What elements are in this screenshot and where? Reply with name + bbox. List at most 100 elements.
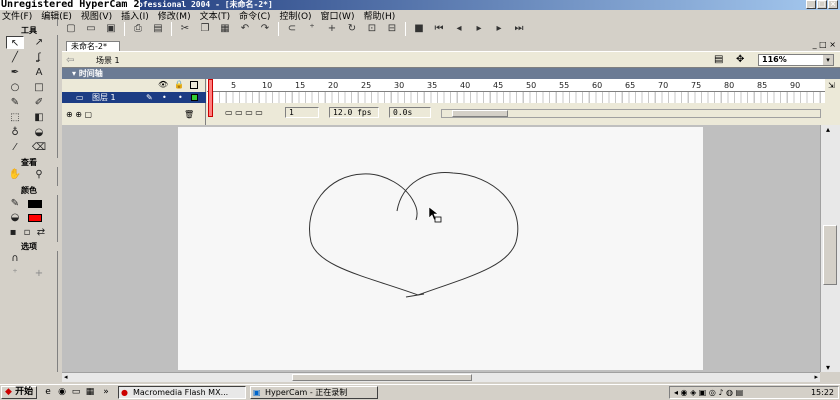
undo-icon[interactable]: ↶	[238, 23, 252, 35]
quicklaunch-more-icon[interactable]: »	[100, 387, 112, 398]
rewind-icon[interactable]: ⏮	[432, 23, 446, 35]
step-forward-icon[interactable]: ▸	[492, 23, 506, 35]
timeline-scroll-thumb[interactable]	[452, 110, 508, 117]
frames-area[interactable]: 1 5 10 15 20 25 30 35 40 45 50 55 60 65 …	[207, 79, 825, 125]
oval-tool-icon[interactable]: ○	[6, 81, 24, 94]
vertical-scroll-thumb[interactable]	[823, 225, 837, 285]
zoom-select[interactable]: 116% ▾	[758, 54, 834, 66]
frame-tick: 45	[493, 81, 504, 90]
fast-forward-icon[interactable]: ⏭	[512, 23, 526, 35]
stage[interactable]	[178, 127, 703, 370]
lock-dot-icon[interactable]: •	[178, 92, 183, 103]
scroll-left-icon[interactable]: ◂	[64, 373, 68, 382]
maximize-button[interactable]: □	[817, 0, 827, 9]
snap-to-objects-icon[interactable]: ∩	[6, 252, 24, 265]
elapsed-time-field: 0.0s	[389, 107, 431, 118]
timeline-menu-icon[interactable]: ⇲	[828, 81, 835, 90]
visibility-dot-icon[interactable]: •	[162, 92, 167, 103]
media-icon[interactable]: ◉	[56, 387, 68, 398]
taskbar-flash-button[interactable]: ● Macromedia Flash MX...	[118, 386, 246, 399]
new-file-icon[interactable]: ▢	[64, 23, 78, 35]
back-arrow-icon[interactable]: ⇦	[66, 55, 86, 66]
play-icon[interactable]: ▸	[472, 23, 486, 35]
scroll-down-icon[interactable]: ▾	[826, 363, 830, 372]
line-tool-icon[interactable]: ╱	[6, 51, 24, 64]
rotate-icon[interactable]: ↻	[345, 23, 359, 35]
vertical-scrollbar[interactable]: ▴ ▾	[820, 125, 840, 372]
timeline-header[interactable]: ▾ 时间轴	[62, 68, 840, 79]
frame-ruler[interactable]: 1 5 10 15 20 25 30 35 40 45 50 55 60 65 …	[207, 79, 825, 92]
step-back-icon[interactable]: ◂	[452, 23, 466, 35]
document-tab[interactable]: 未命名-2*	[66, 41, 120, 51]
fill-transform-tool-icon[interactable]: ◧	[30, 111, 48, 124]
onion-skin-icons[interactable]: ▭ ▭ ▭ ▭	[225, 107, 263, 119]
scroll-up-icon[interactable]: ▴	[826, 125, 830, 134]
toolbar-separator	[171, 22, 172, 36]
snap-magnet-icon[interactable]: ⊂	[285, 23, 299, 35]
close-button[interactable]: ×	[828, 0, 838, 9]
outline-icon[interactable]	[190, 81, 198, 89]
pen-tool-icon[interactable]: ✒	[6, 66, 24, 79]
scale-icon[interactable]: ⊡	[365, 23, 379, 35]
paste-icon[interactable]: ▦	[218, 23, 232, 35]
eyedropper-tool-icon[interactable]: ⁄	[6, 141, 24, 154]
open-folder-icon[interactable]: ▭	[84, 23, 98, 35]
start-button[interactable]: ◆ 开始	[1, 386, 37, 399]
straighten-icon[interactable]: +	[325, 23, 339, 35]
stop-icon[interactable]: ■	[412, 23, 426, 35]
heart-drawing[interactable]	[178, 127, 703, 370]
straighten-option-icon[interactable]: +	[30, 267, 48, 280]
ie-icon[interactable]: e	[42, 387, 54, 398]
outline-color-box[interactable]	[191, 94, 198, 101]
delete-layer-icon[interactable]: 🗑	[184, 110, 194, 119]
doc-window-controls[interactable]: _ □ ×	[813, 40, 836, 49]
cut-icon[interactable]: ✂	[178, 23, 192, 35]
pencil-tool-icon[interactable]: ✎	[6, 96, 24, 109]
save-icon[interactable]: ▣	[104, 23, 118, 35]
add-layer-icons[interactable]: ⊕ ⊕ ▢	[66, 110, 92, 119]
arrow-tool-icon[interactable]: ↖	[6, 36, 24, 49]
edit-scene-icon[interactable]: ▤	[714, 54, 723, 65]
subselect-tool-icon[interactable]: ↗	[30, 36, 48, 49]
print-icon[interactable]: ⎙	[131, 23, 145, 35]
swap-colors-icon[interactable]: ⇄	[32, 226, 50, 239]
chevron-down-icon[interactable]: ▾	[823, 55, 833, 65]
align-icon[interactable]: ⊟	[385, 23, 399, 35]
zoom-tool-icon[interactable]: ⚲	[30, 168, 48, 181]
fill-color-swatch[interactable]	[28, 214, 42, 222]
print-preview-icon[interactable]: ▤	[151, 23, 165, 35]
smooth-icon[interactable]: ⁺	[305, 23, 319, 35]
timeline-scrollbar[interactable]	[441, 109, 821, 118]
desktop-icon[interactable]: ▦	[84, 387, 96, 398]
scroll-right-icon[interactable]: ▸	[814, 373, 818, 382]
ink-bottle-tool-icon[interactable]: ♁	[6, 126, 24, 139]
layer-row[interactable]: ▭ 图层 1 ✎ • •	[62, 92, 206, 103]
free-transform-tool-icon[interactable]: ⬚	[6, 111, 24, 124]
lasso-tool-icon[interactable]: ʆ	[30, 51, 48, 64]
text-tool-icon[interactable]: A	[30, 66, 48, 79]
copy-icon[interactable]: ❐	[198, 23, 212, 35]
folder-icon[interactable]: ▭	[70, 387, 82, 398]
lock-icon[interactable]: 🔒	[174, 80, 184, 89]
current-frame-field: 1	[285, 107, 319, 118]
minimize-button[interactable]: _	[806, 0, 816, 9]
rectangle-tool-icon[interactable]: □	[30, 81, 48, 94]
taskbar-hypercam-button[interactable]: ▣ HyperCam - 正在录制	[250, 386, 378, 399]
paint-bucket-tool-icon[interactable]: ◒	[30, 126, 48, 139]
layer-frames-row[interactable]	[207, 92, 825, 103]
fps-field[interactable]: 12.0 fps	[329, 107, 379, 118]
edit-symbol-icon[interactable]: ✥	[736, 54, 744, 65]
horizontal-scrollbar[interactable]: ◂ ▸	[62, 372, 820, 382]
eraser-tool-icon[interactable]: ⌫	[30, 141, 48, 154]
redo-icon[interactable]: ↷	[258, 23, 272, 35]
fill-color-icon: ◒	[10, 212, 20, 223]
tray-icons[interactable]: ◂ ◉ ◈ ▣ ◎ ♪ ◍ ▤	[674, 387, 743, 398]
smooth-option-icon[interactable]: ⁺	[6, 267, 24, 280]
horizontal-scroll-thumb[interactable]	[292, 374, 472, 381]
scene-label[interactable]: 场景 1	[96, 55, 120, 66]
stroke-color-swatch[interactable]	[28, 200, 42, 208]
hand-tool-icon[interactable]: ✋	[6, 168, 24, 181]
eye-icon[interactable]: 👁	[158, 80, 168, 89]
brush-tool-icon[interactable]: ✐	[30, 96, 48, 109]
system-tray: ◂ ◉ ◈ ▣ ◎ ♪ ◍ ▤ 15:22	[669, 386, 839, 399]
